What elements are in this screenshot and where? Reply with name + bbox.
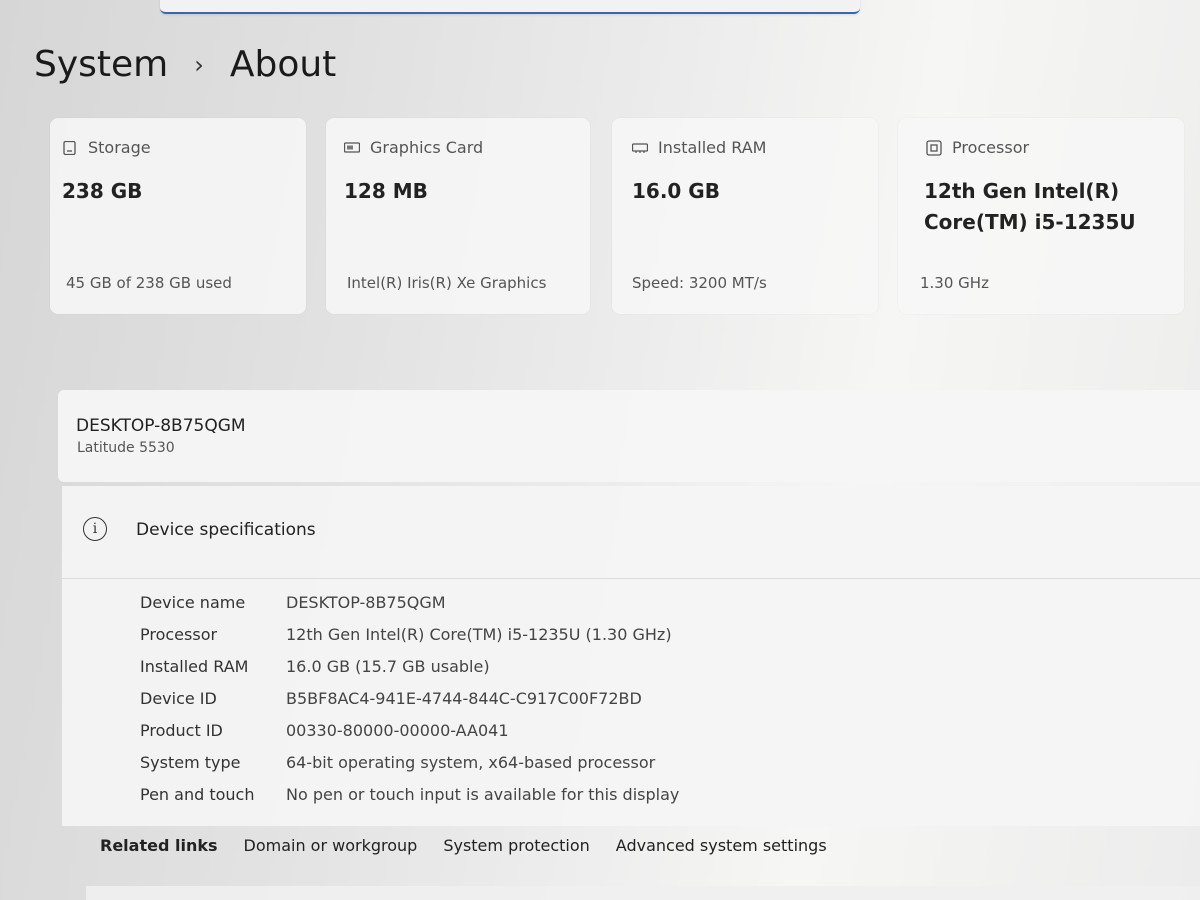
processor-card: Processor 12th Gen Intel(R) Core(TM) i5-… [898, 118, 1184, 314]
spec-row-device-id: Device ID B5BF8AC4-941E-4744-844C-C917C0… [140, 682, 679, 714]
spec-value: 64-bit operating system, x64-based proce… [286, 752, 656, 772]
advanced-system-settings-link[interactable]: Advanced system settings [616, 836, 827, 855]
card-subtitle: Intel(R) Iris(R) Xe Graphics [347, 274, 547, 292]
card-subtitle: 1.30 GHz [920, 274, 989, 292]
graphics-card-card: Graphics Card 128 MB Intel(R) Iris(R) Xe… [326, 118, 590, 314]
spec-key: Processor [140, 624, 218, 644]
card-title: Processor [952, 138, 1030, 157]
ram-card: Installed RAM 16.0 GB Speed: 3200 MT/s [612, 118, 878, 314]
spec-value: 00330-80000-00000-AA041 [286, 720, 509, 740]
spec-row-device-name: Device name DESKTOP-8B75QGM [140, 586, 679, 618]
card-title: Installed RAM [658, 138, 767, 157]
device-specifications-title: Device specifications [136, 520, 316, 540]
spec-key: Device ID [140, 688, 217, 708]
breadcrumb-system[interactable]: System [34, 44, 168, 85]
spec-row-installed-ram: Installed RAM 16.0 GB (15.7 GB usable) [140, 650, 679, 682]
ram-icon [632, 142, 648, 153]
spec-row-pen-and-touch: Pen and touch No pen or touch input is a… [140, 778, 679, 810]
spec-value: B5BF8AC4-941E-4744-844C-C917C00F72BD [286, 688, 642, 708]
spec-row-product-id: Product ID 00330-80000-00000-AA041 [140, 714, 679, 746]
spec-row-system-type: System type 64-bit operating system, x64… [140, 746, 679, 778]
system-protection-link[interactable]: System protection [443, 836, 589, 855]
info-icon: i [83, 517, 107, 541]
device-name: DESKTOP-8B75QGM [76, 416, 246, 436]
related-links: Related links Domain or workgroup System… [100, 836, 827, 855]
card-subtitle: Speed: 3200 MT/s [632, 274, 767, 292]
spec-key: Installed RAM [140, 656, 249, 676]
breadcrumb: System › About [34, 44, 336, 85]
processor-icon [926, 139, 942, 156]
spec-key: Device name [140, 592, 246, 612]
search-bar[interactable] [160, 0, 860, 14]
card-subtitle: 45 GB of 238 GB used [66, 274, 232, 292]
graphics-card-icon [344, 141, 360, 153]
spec-key: Product ID [140, 720, 223, 740]
spec-value: 16.0 GB (15.7 GB usable) [286, 656, 490, 676]
card-title: Storage [88, 138, 151, 157]
spec-key: System type [140, 752, 241, 772]
next-section-strip [86, 886, 1200, 900]
spec-row-processor: Processor 12th Gen Intel(R) Core(TM) i5-… [140, 618, 679, 650]
spec-value: DESKTOP-8B75QGM [286, 592, 446, 612]
storage-card: Storage 238 GB 45 GB of 238 GB used [50, 118, 306, 314]
spec-value: No pen or touch input is available for t… [286, 784, 680, 804]
spec-value: 12th Gen Intel(R) Core(TM) i5-1235U (1.3… [286, 624, 672, 644]
spec-key: Pen and touch [140, 784, 255, 804]
storage-icon [63, 140, 76, 155]
card-title: Graphics Card [370, 138, 484, 157]
domain-or-workgroup-link[interactable]: Domain or workgroup [244, 836, 418, 855]
chevron-right-icon: › [194, 50, 204, 79]
card-value: 128 MB [344, 179, 428, 203]
card-value: 238 GB [62, 179, 143, 203]
card-value: 16.0 GB [632, 179, 720, 203]
spec-list: Device name DESKTOP-8B75QGM Processor 12… [140, 586, 679, 810]
device-specifications-header[interactable]: i Device specifications [62, 486, 1200, 579]
page-title: About [229, 44, 337, 85]
related-links-label: Related links [100, 836, 218, 855]
device-header: DESKTOP-8B75QGM Latitude 5530 [58, 390, 1200, 482]
device-specifications-panel: i Device specifications Device name DESK… [62, 486, 1200, 826]
card-value: 12th Gen Intel(R) Core(TM) i5-1235U [924, 179, 1136, 234]
device-model: Latitude 5530 [77, 440, 175, 456]
